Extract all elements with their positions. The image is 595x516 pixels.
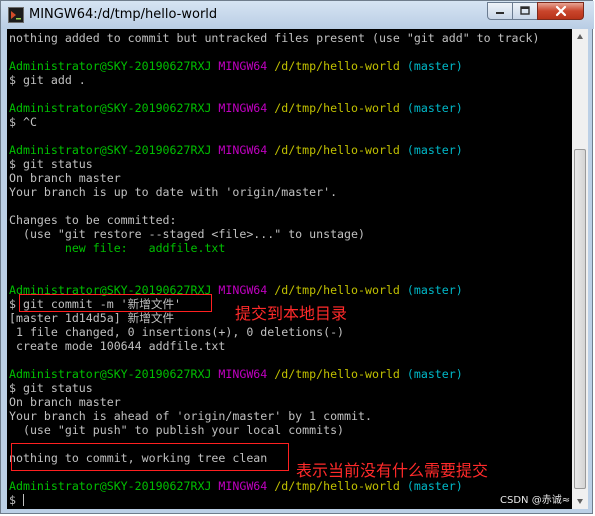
commit-annotation: 提交到本地目录 xyxy=(235,304,348,323)
output-text: On branch master xyxy=(9,171,121,185)
terminal-line: $ git add . xyxy=(9,73,86,87)
prompt-line: Administrator@SKY-20190627RXJ MINGW64 /d… xyxy=(9,101,463,115)
title-bar[interactable]: MINGW64:/d/tmp/hello-world xyxy=(1,1,594,29)
prompt-path: /d/tmp/hello-world xyxy=(274,143,400,157)
terminal-line: Your branch is ahead of 'origin/master' … xyxy=(9,409,372,423)
output-text: $ git status xyxy=(9,157,93,171)
scroll-up-arrow-icon xyxy=(577,34,583,39)
prompt-branch: (master) xyxy=(406,143,463,157)
prompt-line: Administrator@SKY-20190627RXJ MINGW64 /d… xyxy=(9,367,463,381)
terminal-line: $ git status xyxy=(9,381,93,395)
prompt-branch: (master) xyxy=(406,367,463,381)
terminal-line: (use "git push" to publish your local co… xyxy=(9,423,344,437)
terminal-line: [master 1d14d5a] 新增文件 xyxy=(9,311,174,325)
prompt-user: Administrator@SKY-20190627RXJ xyxy=(9,59,212,73)
minimize-button[interactable] xyxy=(487,2,513,20)
prompt-path: /d/tmp/hello-world xyxy=(274,59,400,73)
prompt-env: MINGW64 xyxy=(218,367,268,381)
prompt-user: Administrator@SKY-20190627RXJ xyxy=(9,101,212,115)
terminal-line: new file: addfile.txt xyxy=(9,241,226,255)
prompt-user: Administrator@SKY-20190627RXJ xyxy=(9,143,212,157)
prompt-path: /d/tmp/hello-world xyxy=(274,367,400,381)
terminal-line: $ git status xyxy=(9,157,93,171)
csdn-watermark: CSDN @赤诚≈ xyxy=(500,495,571,506)
mingw-app-icon xyxy=(8,7,24,23)
output-text: nothing added to commit but untracked fi… xyxy=(9,31,540,45)
terminal-line: On branch master xyxy=(9,395,121,409)
output-text: 1 file changed, 0 insertions(+), 0 delet… xyxy=(9,325,345,339)
minimize-icon xyxy=(496,12,504,14)
close-button[interactable] xyxy=(537,2,584,20)
prompt-line: Administrator@SKY-20190627RXJ MINGW64 /d… xyxy=(9,143,463,157)
maximize-button[interactable] xyxy=(512,2,538,20)
text-cursor xyxy=(22,494,24,506)
terminal-line: 1 file changed, 0 insertions(+), 0 delet… xyxy=(9,325,344,339)
prompt-env: MINGW64 xyxy=(218,143,268,157)
terminal-line: Changes to be committed: xyxy=(9,213,177,227)
scroll-down-arrow-icon xyxy=(577,499,583,504)
terminal-output[interactable]: nothing added to commit but untracked fi… xyxy=(7,29,571,509)
prompt-branch: (master) xyxy=(406,101,463,115)
prompt-user: Administrator@SKY-20190627RXJ xyxy=(9,367,212,381)
output-text: create mode 100644 addfile.txt xyxy=(9,339,226,353)
prompt-branch: (master) xyxy=(406,283,463,297)
terminal-window: MINGW64:/d/tmp/hello-world nothing added… xyxy=(0,0,594,514)
scroll-up-button[interactable] xyxy=(572,29,588,45)
staged-file-line: new file: addfile.txt xyxy=(9,241,226,255)
terminal-line: $ xyxy=(9,493,24,507)
scrollbar-thumb[interactable] xyxy=(574,149,586,489)
output-text: Changes to be committed: xyxy=(9,213,177,227)
output-text: Your branch is up to date with 'origin/m… xyxy=(9,185,338,199)
prompt-branch: (master) xyxy=(406,479,463,493)
prompt-user: Administrator@SKY-20190627RXJ xyxy=(9,479,212,493)
output-text: Your branch is ahead of 'origin/master' … xyxy=(9,409,372,423)
terminal-line: (use "git restore --staged <file>..." to… xyxy=(9,227,365,241)
close-icon xyxy=(555,5,566,17)
prompt-path: /d/tmp/hello-world xyxy=(274,479,400,493)
prompt-line: Administrator@SKY-20190627RXJ MINGW64 /d… xyxy=(9,479,463,493)
output-text: (use "git push" to publish your local co… xyxy=(9,423,345,437)
output-text: [master 1d14d5a] 新增文件 xyxy=(9,311,175,325)
terminal-line: $ ^C xyxy=(9,115,37,129)
terminal-line: nothing added to commit but untracked fi… xyxy=(9,31,539,45)
prompt-env: MINGW64 xyxy=(218,283,268,297)
prompt-env: MINGW64 xyxy=(218,479,268,493)
prompt-path: /d/tmp/hello-world xyxy=(274,101,400,115)
output-text: $ ^C xyxy=(9,115,37,129)
window-title: MINGW64:/d/tmp/hello-world xyxy=(29,7,218,22)
output-text: $ git add . xyxy=(9,73,86,87)
scroll-down-button[interactable] xyxy=(572,493,588,509)
prompt-branch: (master) xyxy=(406,59,463,73)
output-text: On branch master xyxy=(9,395,121,409)
terminal-line: On branch master xyxy=(9,171,121,185)
clean-status-highlight xyxy=(11,443,289,471)
output-text: $ xyxy=(9,493,23,507)
maximize-icon xyxy=(520,6,530,15)
prompt-path: /d/tmp/hello-world xyxy=(274,283,400,297)
terminal-client-area: nothing added to commit but untracked fi… xyxy=(7,29,588,509)
commit-command-highlight xyxy=(19,294,212,312)
output-text: $ git status xyxy=(9,381,93,395)
prompt-env: MINGW64 xyxy=(218,101,268,115)
output-text: (use "git restore --staged <file>..." to… xyxy=(9,227,365,241)
prompt-line: Administrator@SKY-20190627RXJ MINGW64 /d… xyxy=(9,59,463,73)
terminal-line: create mode 100644 addfile.txt xyxy=(9,339,225,353)
prompt-env: MINGW64 xyxy=(218,59,268,73)
terminal-line: Your branch is up to date with 'origin/m… xyxy=(9,185,337,199)
vertical-scrollbar[interactable] xyxy=(572,29,588,509)
clean-annotation: 表示当前没有什么需要提交 xyxy=(296,461,489,480)
